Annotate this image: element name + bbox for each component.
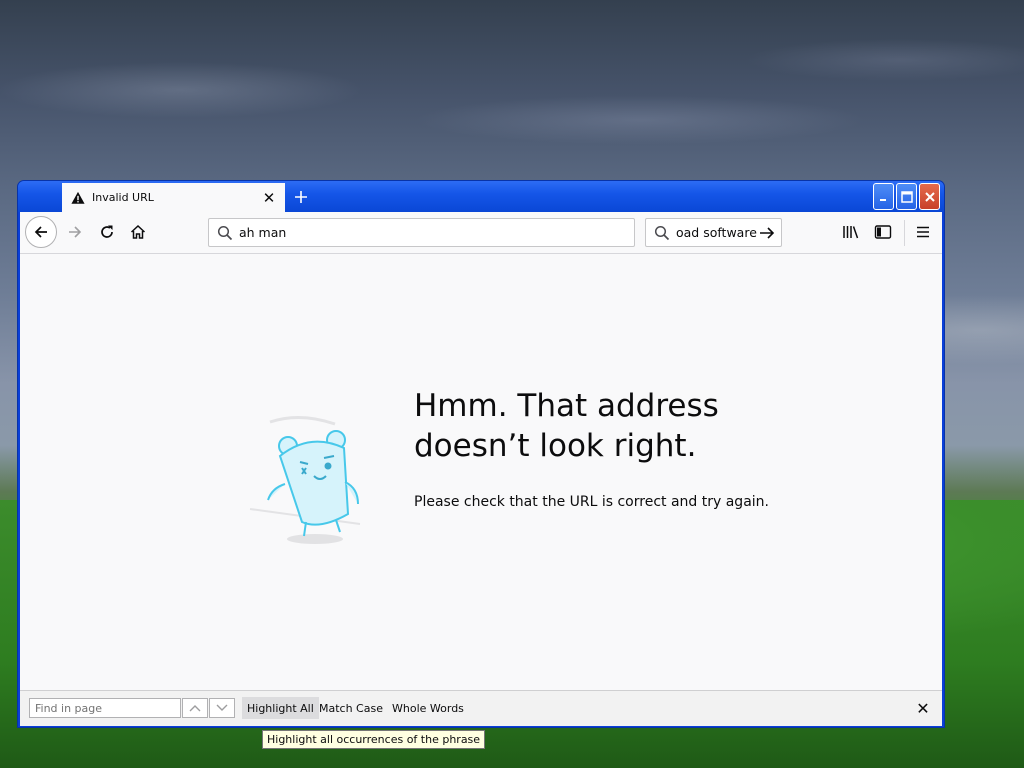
minimize-icon xyxy=(879,198,886,201)
highlight-all-toggle[interactable]: Highlight All xyxy=(242,697,319,719)
tooltip: Highlight all occurrences of the phrase xyxy=(262,730,486,749)
forward-arrow-icon xyxy=(69,226,82,238)
tab-close-icon[interactable]: ✕ xyxy=(259,188,279,208)
reload-button[interactable] xyxy=(92,217,122,247)
tab-title: Invalid URL xyxy=(92,191,154,204)
error-heading: Hmm. That address doesn’t look right. xyxy=(414,388,719,464)
close-icon xyxy=(924,191,935,202)
search-bar[interactable]: oad software xyxy=(645,218,782,247)
browser-window: Invalid URL ✕ ah man oad software Hmm. T… xyxy=(18,181,944,727)
match-case-toggle[interactable]: Match Case xyxy=(314,697,388,719)
search-icon xyxy=(654,225,670,240)
tab-invalid-url[interactable]: Invalid URL ✕ xyxy=(62,183,285,212)
back-button[interactable] xyxy=(25,216,57,248)
nav-toolbar: ah man oad software xyxy=(20,212,942,254)
url-input[interactable]: ah man xyxy=(239,225,286,240)
search-input[interactable]: oad software xyxy=(676,225,758,240)
search-go-arrow-icon[interactable] xyxy=(758,225,776,241)
confused-bear-illustration xyxy=(249,415,361,544)
url-bar[interactable]: ah man xyxy=(208,218,635,247)
find-in-page-input[interactable]: Find in page xyxy=(29,698,181,718)
maximize-button[interactable] xyxy=(896,183,917,210)
find-bar: Find in page Highlight All Match Case Wh… xyxy=(20,690,942,726)
find-bar-close-icon[interactable]: ✕ xyxy=(914,699,932,718)
title-bar: Invalid URL ✕ xyxy=(18,181,944,212)
maximize-icon xyxy=(900,190,913,203)
back-arrow-icon xyxy=(34,226,47,238)
sidebar-icon xyxy=(874,225,892,239)
whole-words-toggle[interactable]: Whole Words xyxy=(387,697,469,719)
menu-button[interactable] xyxy=(908,217,938,247)
chevron-down-icon xyxy=(216,704,228,711)
hamburger-menu-icon xyxy=(917,226,929,238)
forward-button[interactable] xyxy=(60,217,90,247)
new-tab-button[interactable] xyxy=(290,186,312,208)
find-next-button[interactable] xyxy=(209,698,235,718)
reload-icon xyxy=(101,225,113,238)
find-previous-button[interactable] xyxy=(182,698,208,718)
library-button[interactable] xyxy=(836,217,866,247)
search-icon xyxy=(217,225,233,240)
home-icon xyxy=(130,224,146,239)
window-controls xyxy=(873,183,940,210)
error-message: Please check that the URL is correct and… xyxy=(414,494,769,510)
sidebar-button[interactable] xyxy=(868,217,898,247)
close-window-button[interactable] xyxy=(919,183,940,210)
warning-icon xyxy=(71,191,85,204)
plus-icon xyxy=(295,191,307,203)
minimize-button[interactable] xyxy=(873,183,894,210)
home-button[interactable] xyxy=(123,217,153,247)
chevron-up-icon xyxy=(189,705,201,712)
toolbar-separator xyxy=(904,220,905,246)
error-page: Hmm. That address doesn’t look right. Pl… xyxy=(20,254,942,690)
library-icon xyxy=(843,226,859,239)
